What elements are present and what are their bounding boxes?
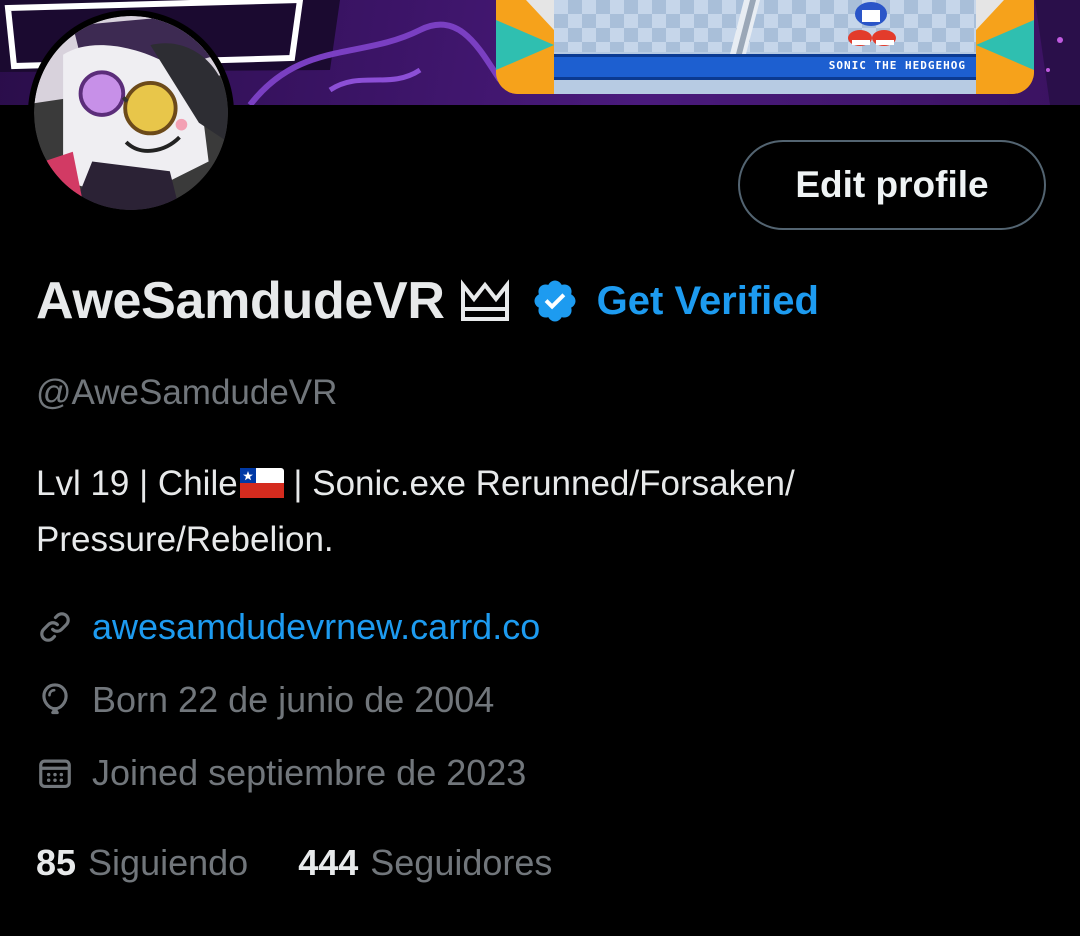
card-right-decor (976, 0, 1034, 94)
balloon-icon (42, 683, 68, 715)
following-label: Siguiendo (88, 842, 249, 883)
joined-row: Joined septiembre de 2023 (36, 748, 526, 798)
following-count: 85 (36, 842, 77, 883)
followers-link[interactable]: 444 Seguidores (298, 842, 552, 884)
user-handle: @AweSamdudeVR (36, 373, 338, 412)
card-title: SONIC THE HEDGEHOG (828, 59, 966, 72)
join-date: Joined septiembre de 2023 (92, 752, 527, 793)
profile-link-row: awesamdudevrnew.carrd.co (36, 602, 540, 652)
followers-label: Seguidores (370, 842, 553, 883)
calendar-icon (39, 759, 71, 789)
display-name: AweSamdudeVR (36, 272, 445, 330)
banner-card: SONIC THE HEDGEHOG (496, 0, 1034, 94)
avatar-image (34, 16, 228, 210)
card-left-decor (496, 0, 554, 94)
following-link[interactable]: 85 Siguiendo (36, 842, 248, 884)
verified-badge-icon[interactable] (531, 277, 579, 325)
bio-text-start: Lvl 19 | Chile (36, 464, 238, 503)
chile-flag-icon (239, 468, 284, 498)
crown-icon (460, 279, 509, 321)
profile-website-link[interactable]: awesamdudevrnew.carrd.co (92, 606, 540, 648)
birthday-row: Born 22 de junio de 2004 (36, 675, 494, 725)
sonic-sprite (848, 2, 896, 46)
get-verified-link[interactable]: Get Verified (597, 279, 819, 324)
follow-stats: 85 Siguiendo 444 Seguidores (36, 838, 552, 888)
bio: Lvl 19 | Chile | Sonic.exe Rerunned/Fors… (36, 456, 996, 568)
card-pole (730, 0, 760, 54)
link-icon (40, 612, 70, 642)
name-row: AweSamdudeVR Get Verified (36, 266, 819, 336)
edit-profile-button[interactable]: Edit profile (738, 140, 1046, 230)
followers-count: 444 (298, 842, 359, 883)
avatar[interactable] (28, 10, 234, 216)
birth-date: Born 22 de junio de 2004 (92, 679, 495, 720)
